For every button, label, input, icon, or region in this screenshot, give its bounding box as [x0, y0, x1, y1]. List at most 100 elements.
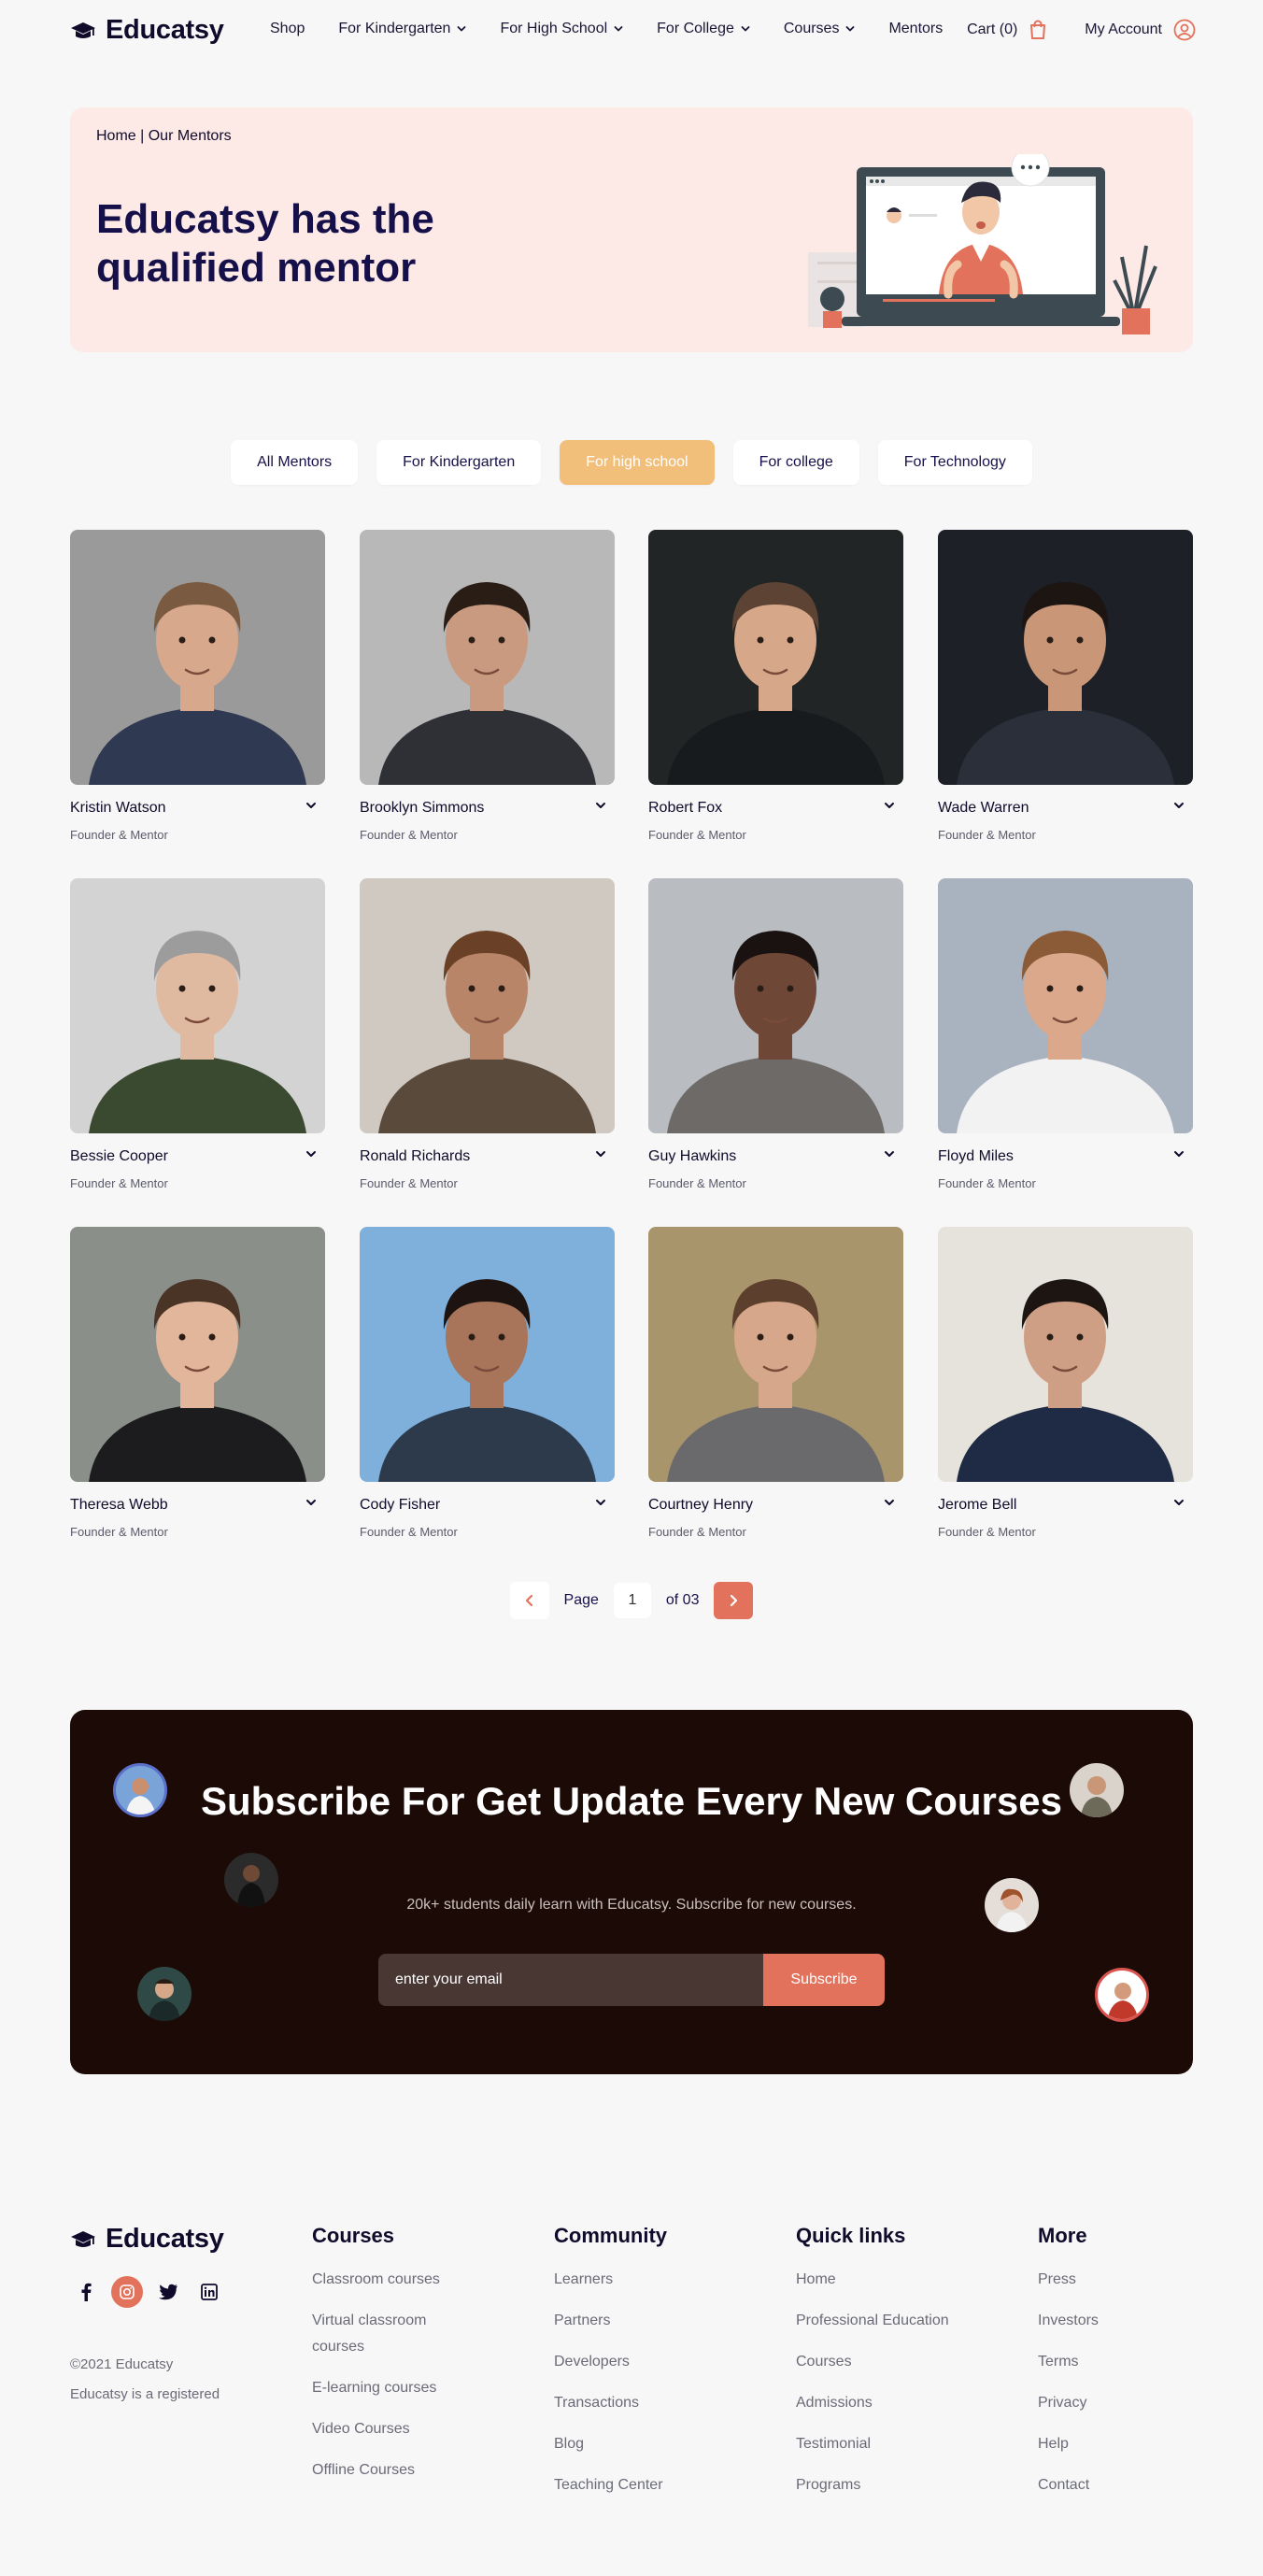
footer-link[interactable]: Contact — [1038, 2472, 1099, 2498]
mentor-name: Theresa Webb — [70, 1497, 168, 1513]
chevron-down-icon[interactable] — [594, 1147, 607, 1160]
mentor-card[interactable]: Guy Hawkins Founder & Mentor — [648, 878, 903, 1196]
footer-link[interactable]: Courses — [796, 2349, 949, 2375]
mentor-card[interactable]: Theresa Webb Founder & Mentor — [70, 1227, 325, 1544]
footer-link[interactable]: Press — [1038, 2267, 1099, 2293]
footer-link[interactable]: Virtual classroom courses — [312, 2308, 452, 2360]
nav-item-shop[interactable]: Shop — [270, 21, 305, 37]
nav-item-for-college[interactable]: For College — [657, 21, 750, 37]
mentor-card[interactable]: Cody Fisher Founder & Mentor — [360, 1227, 615, 1544]
chevron-down-icon[interactable] — [883, 1147, 896, 1160]
next-page-button[interactable] — [714, 1582, 754, 1619]
subscribe-description: 20k+ students daily learn with Educatsy.… — [406, 1897, 857, 1913]
footer-link[interactable]: Teaching Center — [554, 2472, 667, 2498]
prev-page-button[interactable] — [509, 1582, 549, 1619]
mentor-card[interactable]: Brooklyn Simmons Founder & Mentor — [360, 530, 615, 847]
mentor-card[interactable]: Courtney Henry Founder & Mentor — [648, 1227, 903, 1544]
registered-text: Educatsy is a registered — [70, 2386, 220, 2402]
filter-tab-for-college[interactable]: For college — [732, 440, 859, 485]
facebook-icon — [81, 2283, 92, 2301]
nav-actions: Cart (0) My Account — [967, 19, 1196, 41]
footer-column-title: Community — [554, 2224, 667, 2247]
footer-link[interactable]: Partners — [554, 2308, 667, 2334]
footer-link[interactable]: Blog — [554, 2431, 667, 2457]
mentor-card[interactable]: Bessie Cooper Founder & Mentor — [70, 878, 325, 1196]
twitter-link[interactable] — [152, 2276, 184, 2308]
mentor-name: Cody Fisher — [360, 1497, 441, 1513]
cart-link[interactable]: Cart (0) — [967, 20, 1047, 40]
nav-item-for-high-school[interactable]: For High School — [500, 21, 623, 37]
footer-link[interactable]: Learners — [554, 2267, 667, 2293]
facebook-link[interactable] — [70, 2276, 102, 2308]
mentor-name: Kristin Watson — [70, 800, 166, 816]
filter-tab-for-high-school[interactable]: For high school — [560, 440, 715, 485]
chevron-down-icon[interactable] — [1172, 799, 1185, 812]
filter-tab-for-kindergarten[interactable]: For Kindergarten — [376, 440, 542, 485]
mentor-role: Founder & Mentor — [360, 1176, 458, 1190]
mentor-card[interactable]: Wade Warren Founder & Mentor — [938, 530, 1193, 847]
chevron-down-icon[interactable] — [883, 1496, 896, 1509]
linkedin-link[interactable] — [193, 2276, 225, 2308]
footer-column-more: More Press Investors Terms Privacy Help Contac… — [1038, 2224, 1099, 2513]
mentor-role: Founder & Mentor — [70, 1525, 168, 1539]
chevron-down-icon[interactable] — [1172, 1496, 1185, 1509]
footer-link[interactable]: Transactions — [554, 2390, 667, 2416]
mentor-role: Founder & Mentor — [360, 828, 458, 842]
footer-link[interactable]: Investors — [1038, 2308, 1099, 2334]
mentor-card[interactable]: Jerome Bell Founder & Mentor — [938, 1227, 1193, 1544]
mentor-role: Founder & Mentor — [648, 1525, 746, 1539]
nav-item-mentors[interactable]: Mentors — [888, 21, 943, 37]
footer-link[interactable]: Terms — [1038, 2349, 1099, 2375]
footer-link[interactable]: Admissions — [796, 2390, 949, 2416]
footer-link[interactable]: Offline Courses — [312, 2457, 452, 2483]
mentor-name: Courtney Henry — [648, 1497, 754, 1513]
filter-tab-all-mentors[interactable]: All Mentors — [231, 440, 359, 485]
footer-link[interactable]: Testimonial — [796, 2431, 949, 2457]
instagram-link[interactable] — [111, 2276, 143, 2308]
footer-link[interactable]: Home — [796, 2267, 949, 2293]
chevron-down-icon[interactable] — [1172, 1147, 1185, 1160]
mentor-name: Guy Hawkins — [648, 1148, 737, 1164]
nav-menu: Shop For Kindergarten For High School For C… — [270, 21, 976, 37]
mentor-role: Founder & Mentor — [70, 1176, 168, 1190]
chevron-down-icon[interactable] — [594, 1496, 607, 1509]
nav-item-label: For High School — [500, 21, 608, 36]
footer-link[interactable]: Programs — [796, 2472, 949, 2498]
nav-item-label: For College — [657, 21, 734, 36]
mentor-name: Ronald Richards — [360, 1148, 471, 1164]
chevron-down-icon[interactable] — [305, 1496, 318, 1509]
footer-link[interactable]: Privacy — [1038, 2390, 1099, 2416]
footer-link[interactable]: Developers — [554, 2349, 667, 2375]
footer-link[interactable]: Help — [1038, 2431, 1099, 2457]
mentor-card[interactable]: Kristin Watson Founder & Mentor — [70, 530, 325, 847]
mentor-card[interactable]: Robert Fox Founder & Mentor — [648, 530, 903, 847]
mentor-card[interactable]: Ronald Richards Founder & Mentor — [360, 878, 615, 1196]
mentor-card[interactable]: Floyd Miles Founder & Mentor — [938, 878, 1193, 1196]
chevron-down-icon[interactable] — [883, 799, 896, 812]
chevron-down-icon[interactable] — [305, 1147, 318, 1160]
mentor-name: Floyd Miles — [938, 1148, 1014, 1164]
chevron-down-icon[interactable] — [305, 799, 318, 812]
mentor-role: Founder & Mentor — [648, 1176, 746, 1190]
twitter-icon — [159, 2284, 177, 2300]
breadcrumb: Home | Our Mentors — [96, 128, 232, 144]
footer-column-title: More — [1038, 2224, 1087, 2247]
chevron-down-icon[interactable] — [594, 799, 607, 812]
chevron-left-icon — [525, 1594, 532, 1607]
nav-item-courses[interactable]: Courses — [784, 21, 856, 37]
footer-brand-logo[interactable]: Educatsy — [70, 2224, 224, 2255]
page-total: of 03 — [665, 1592, 700, 1608]
footer-link[interactable]: Professional Education — [796, 2308, 949, 2334]
account-link[interactable]: My Account — [1085, 19, 1196, 41]
page-number-input[interactable] — [613, 1583, 651, 1618]
student-avatar — [137, 1967, 192, 2021]
nav-item-for-kindergarten[interactable]: For Kindergarten — [338, 21, 466, 37]
filter-tab-for-technology[interactable]: For Technology — [877, 440, 1032, 485]
chevron-down-icon — [846, 26, 855, 32]
subscribe-button[interactable]: Subscribe — [763, 1954, 885, 2006]
footer-link[interactable]: Video Courses — [312, 2416, 452, 2442]
footer-link[interactable]: E-learning courses — [312, 2375, 452, 2401]
brand-logo[interactable]: Educatsy — [70, 15, 224, 46]
email-field[interactable] — [378, 1954, 763, 2006]
footer-link[interactable]: Classroom courses — [312, 2267, 452, 2293]
